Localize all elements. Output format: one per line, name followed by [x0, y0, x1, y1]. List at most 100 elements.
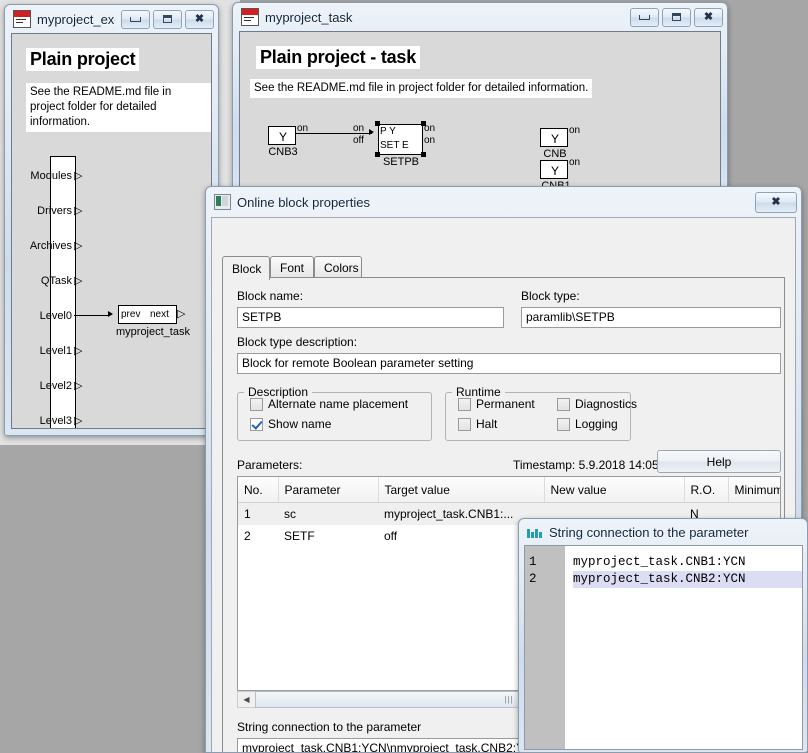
exec-pin-level3-icon: ▷ [74, 415, 83, 427]
properties-icon [214, 194, 231, 210]
line-number: 2 [529, 572, 537, 586]
selection-handle-br[interactable] [421, 152, 426, 157]
selection-handle-tr[interactable] [421, 121, 426, 126]
exec-output-level0: Level0 [39, 310, 72, 322]
exec-output-level3: Level3 [39, 415, 72, 427]
code-editor[interactable]: 1 2 myproject_task.CNB1:YCN myproject_ta… [525, 546, 802, 749]
selection-handle-tl[interactable] [375, 121, 380, 126]
exec-diagram: EXEC Modules ▷ Drivers ▷ Archives ▷ QTas… [12, 34, 211, 428]
exec-output-modules: Modules [30, 170, 72, 182]
column-header-new-value[interactable]: New value [544, 477, 685, 503]
block-setpb-line1: P Y [380, 126, 396, 137]
checkbox-permanent-label: Permanent [476, 397, 535, 411]
tab-block[interactable]: Block [222, 256, 270, 280]
block-setpb-out-bottom: on [424, 135, 436, 146]
titlebar-string-connection[interactable]: String connection to the parameter [519, 519, 807, 545]
checkbox-alternate-name-placement[interactable]: Alternate name placement [250, 397, 408, 411]
task-block-name: myproject_task [116, 326, 190, 338]
window-string-connection[interactable]: String connection to the parameter 1 2 m… [518, 518, 808, 753]
mdl-document-icon [241, 8, 259, 26]
mdl-document-icon [13, 10, 31, 28]
close-button-exec[interactable]: ✖ [185, 9, 214, 29]
selection-handle-bl[interactable] [375, 152, 380, 157]
checkbox-box[interactable] [250, 397, 263, 411]
column-header-ro[interactable]: R.O. [684, 477, 729, 503]
block-cnb-glyph: Y [551, 132, 560, 146]
timestamp-label: Timestamp: 5.9.2018 14:05:56 [513, 458, 676, 472]
column-header-no[interactable]: No. [238, 477, 279, 503]
string-connection-body[interactable]: 1 2 myproject_task.CNB1:YCN myproject_ta… [524, 545, 803, 750]
task-block-next-label: next [150, 309, 169, 320]
block-type-description-input[interactable]: Block for remote Boolean parameter setti… [237, 353, 781, 374]
exec-pin-drivers-icon: ▷ [74, 205, 83, 217]
column-header-minimum[interactable]: Minimum [728, 477, 780, 503]
tab-font[interactable]: Font [270, 256, 314, 278]
exec-output-level2: Level2 [39, 380, 72, 392]
scroll-left-icon[interactable]: ◀ [238, 692, 255, 707]
maximize-button-exec[interactable] [153, 9, 182, 29]
block-type-input[interactable]: paramlib\SETPB [521, 307, 781, 328]
block-type-description-label: Block type description: [237, 335, 358, 349]
code-lines[interactable]: myproject_task.CNB1:YCN myproject_task.C… [565, 546, 802, 749]
block-cnb-signal: on [569, 125, 581, 136]
exec-pin-modules-icon: ▷ [74, 170, 83, 182]
task-block-prev-label: prev [121, 309, 141, 320]
exec-pin-archives-icon: ▷ [74, 240, 83, 252]
checkbox-box[interactable] [458, 417, 471, 431]
exec-pin-level1-icon: ▷ [74, 345, 83, 357]
cell-no: 1 [238, 502, 278, 525]
task-canvas[interactable]: Plain project - task See the README.md f… [239, 31, 721, 211]
checkbox-logging-label: Logging [575, 417, 618, 431]
exec-canvas[interactable]: Plain project See the README.md file in … [11, 33, 212, 429]
column-header-parameter[interactable]: Parameter [278, 477, 379, 503]
checkbox-halt-label: Halt [476, 417, 498, 431]
tab-colors[interactable]: Colors [314, 256, 362, 278]
window-title-exec: myproject_exec [37, 11, 115, 27]
task-input-arrow-icon [108, 311, 113, 317]
checkbox-halt[interactable]: Halt [458, 417, 497, 431]
exec-output-drivers: Drivers [37, 205, 72, 217]
task-block-output-pin-icon: ▷ [177, 308, 186, 320]
runtime-group: Runtime [445, 385, 631, 441]
titlebar-task[interactable]: myproject_task ✖ [233, 3, 727, 31]
close-button-task[interactable]: ✖ [694, 7, 723, 27]
block-cnb1-glyph: Y [551, 164, 560, 178]
w-logo-icon [527, 526, 543, 539]
block-setpb-in-top: on [353, 123, 365, 134]
titlebar-exec[interactable]: myproject_exec ✖ [5, 5, 218, 33]
checkbox-box[interactable] [557, 397, 570, 411]
checkbox-box[interactable] [250, 417, 263, 431]
checkbox-permanent[interactable]: Permanent [458, 397, 535, 411]
titlebar-dialog[interactable]: Online block properties ✖ [206, 187, 801, 217]
block-cnb3-glyph: Y [279, 130, 288, 144]
column-header-target-value[interactable]: Target value [378, 477, 545, 503]
block-cnb3-name: CNB3 [268, 146, 298, 158]
exec-output-qtask: QTask [40, 275, 72, 287]
block-name-label: Block name: [237, 289, 304, 303]
cell-parameter: sc [278, 502, 378, 525]
maximize-button-task[interactable] [662, 7, 691, 27]
checkbox-box[interactable] [557, 417, 570, 431]
minimize-button-task[interactable] [630, 7, 659, 27]
window-title-task: myproject_task [265, 9, 353, 25]
tabstrip: Block Font Colors [222, 256, 785, 280]
block-setpb-name: SETPB [382, 156, 420, 168]
checkbox-show-name[interactable]: Show name [250, 417, 331, 431]
minimize-button-exec[interactable] [121, 9, 150, 29]
block-name-input[interactable]: SETPB [237, 307, 504, 328]
task-diagram: Y on CNB3 P Y SET E on off on on SETPB Y [240, 32, 720, 210]
cell-no: 2 [244, 529, 251, 543]
checkbox-diagnostics[interactable]: Diagnostics [557, 397, 637, 411]
tab-block-label: Block [232, 261, 262, 276]
code-line-highlighted[interactable]: myproject_task.CNB2:YCN [573, 571, 802, 588]
checkbox-box[interactable] [458, 397, 471, 411]
window-controls-exec: ✖ [121, 9, 214, 29]
checkbox-logging[interactable]: Logging [557, 417, 618, 431]
window-myproject-exec[interactable]: myproject_exec ✖ Plain project See the R… [4, 4, 219, 436]
checkbox-diagnostics-label: Diagnostics [575, 397, 638, 411]
close-button-dialog[interactable]: ✖ [755, 191, 797, 213]
window-controls-task: ✖ [630, 7, 723, 27]
help-button[interactable]: Help [657, 450, 781, 473]
code-line[interactable]: myproject_task.CNB1:YCN [573, 554, 802, 571]
checkbox-show-name-label: Show name [268, 417, 332, 431]
